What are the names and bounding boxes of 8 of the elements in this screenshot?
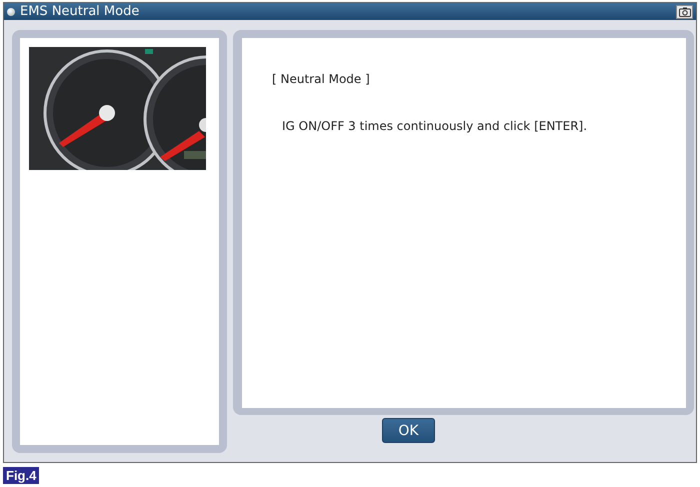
message-heading: [ Neutral Mode ] bbox=[272, 72, 371, 86]
ok-button[interactable]: OK bbox=[382, 418, 435, 443]
window-icon bbox=[7, 8, 15, 16]
camera-button[interactable] bbox=[676, 4, 693, 18]
figure-label: Fig.4 bbox=[3, 467, 40, 484]
window-title: EMS Neutral Mode bbox=[20, 4, 140, 19]
camera-icon bbox=[678, 6, 690, 16]
instruction-text: IG ON/OFF 3 times continuously and click [ENTER]. bbox=[282, 119, 588, 133]
